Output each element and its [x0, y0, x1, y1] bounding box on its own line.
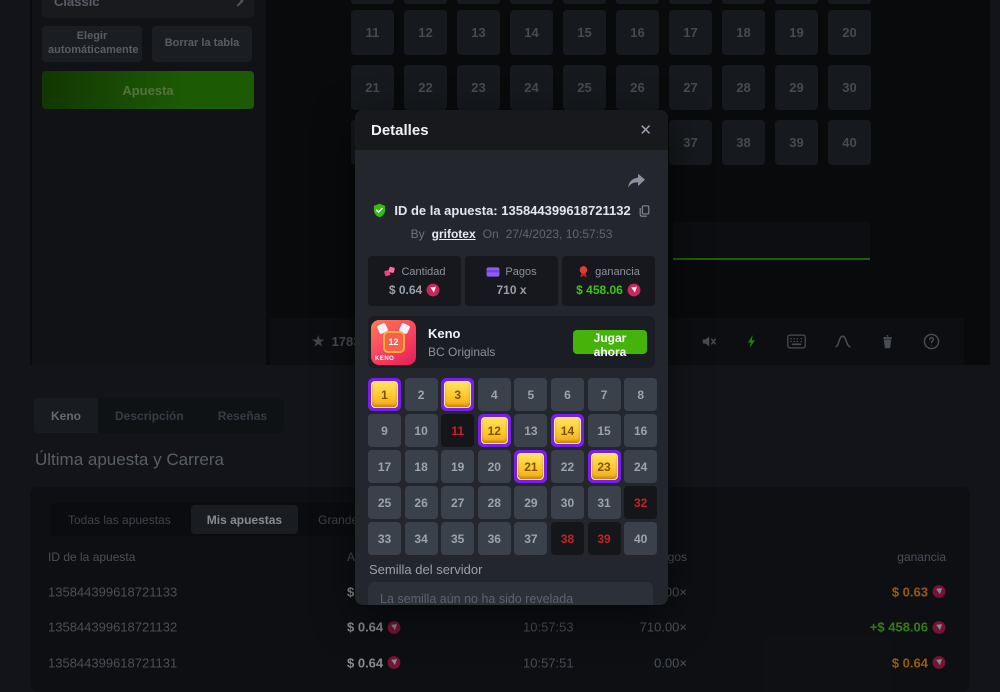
result-cell-34: 34	[405, 522, 438, 555]
play-now-button[interactable]: Jugar ahora	[573, 330, 647, 354]
result-cell-hit-14: 14	[551, 414, 584, 447]
copy-icon[interactable]	[638, 204, 651, 218]
gold-tile: 1	[371, 381, 398, 408]
result-cell-24: 24	[624, 450, 657, 483]
result-cell-9: 9	[368, 414, 401, 447]
result-cell-miss-32: 32	[624, 486, 657, 519]
result-cell-hit-12: 12	[478, 414, 511, 447]
game-provider: BC Originals	[428, 345, 495, 359]
result-cell-36: 36	[478, 522, 511, 555]
username-link[interactable]: grifotex	[432, 227, 476, 241]
keno-game-icon: 12 KENO	[371, 320, 416, 365]
result-cell-19: 19	[441, 450, 474, 483]
gold-tile: 12	[481, 417, 508, 444]
result-cell-4: 4	[478, 378, 511, 411]
result-cell-hit-3: 3	[441, 378, 474, 411]
stat-label: Pagos	[486, 266, 536, 278]
result-cell-18: 18	[405, 450, 438, 483]
result-cell-10: 10	[405, 414, 438, 447]
result-cell-15: 15	[588, 414, 621, 447]
result-cell-20: 20	[478, 450, 511, 483]
wallet-icon	[486, 266, 500, 278]
bet-id-row: ID de la apuesta: 135844399618721132	[355, 203, 668, 218]
stat-value: 710 x	[496, 283, 526, 297]
share-icon[interactable]	[627, 173, 646, 195]
result-cell-miss-38: 38	[551, 522, 584, 555]
coin-icon	[426, 283, 440, 297]
modal-header: Detalles ✕	[355, 110, 668, 150]
stat-ganancia: ganancia $ 458.06	[562, 256, 655, 306]
result-cell-30: 30	[551, 486, 584, 519]
result-board: 1234567891011121314151617181920212223242…	[368, 378, 657, 555]
game-card-meta: Keno BC Originals	[428, 326, 495, 359]
result-cell-hit-21: 21	[514, 450, 547, 483]
result-cell-hit-23: 23	[588, 450, 621, 483]
result-cell-miss-39: 39	[588, 522, 621, 555]
result-cell-35: 35	[441, 522, 474, 555]
result-cell-6: 6	[551, 378, 584, 411]
result-cell-2: 2	[405, 378, 438, 411]
result-cell-37: 37	[514, 522, 547, 555]
bet-datetime: 27/4/2023, 10:57:53	[506, 227, 613, 241]
server-seed-label: Semilla del servidor	[369, 562, 482, 577]
bet-id-text: ID de la apuesta: 135844399618721132	[394, 203, 630, 218]
game-name: Keno	[428, 326, 495, 341]
result-cell-13: 13	[514, 414, 547, 447]
result-cell-40: 40	[624, 522, 657, 555]
result-cell-29: 29	[514, 486, 547, 519]
gold-tile: 23	[591, 453, 618, 480]
result-cell-27: 27	[441, 486, 474, 519]
result-cell-28: 28	[478, 486, 511, 519]
by-label: By	[411, 227, 425, 241]
modal-title: Detalles	[371, 122, 429, 139]
result-cell-hit-1: 1	[368, 378, 401, 411]
medal-icon	[577, 265, 590, 278]
result-cell-16: 16	[624, 414, 657, 447]
gold-tile: 14	[554, 417, 581, 444]
result-cell-7: 7	[588, 378, 621, 411]
result-cell-26: 26	[405, 486, 438, 519]
stat-label: ganancia	[577, 265, 640, 278]
result-cell-33: 33	[368, 522, 401, 555]
stat-label: Cantidad	[383, 265, 445, 278]
gold-tile: 3	[444, 381, 471, 408]
result-cell-17: 17	[368, 450, 401, 483]
bet-stats: Cantidad $ 0.64 Pagos 710 x ganancia $ 458.06	[368, 256, 655, 306]
stat-value: $ 458.06	[576, 283, 641, 297]
result-cell-22: 22	[551, 450, 584, 483]
result-cell-25: 25	[368, 486, 401, 519]
stat-pagos: Pagos 710 x	[465, 256, 558, 306]
game-card: 12 KENO Keno BC Originals Jugar ahora	[368, 316, 655, 368]
close-icon[interactable]: ✕	[639, 121, 652, 139]
bet-details-modal: Detalles ✕ ID de la apuesta: 13584439961…	[355, 110, 668, 605]
page: Classic Elegir automáticamente Borrar la…	[0, 0, 1000, 692]
result-cell-miss-11: 11	[441, 414, 474, 447]
chips-icon	[383, 265, 396, 278]
result-cell-8: 8	[624, 378, 657, 411]
result-cell-31: 31	[588, 486, 621, 519]
on-label: On	[483, 227, 499, 241]
result-cell-5: 5	[514, 378, 547, 411]
verified-shield-icon	[372, 203, 387, 218]
coin-icon	[627, 283, 641, 297]
stat-value: $ 0.64	[389, 283, 440, 297]
gold-tile: 21	[517, 453, 544, 480]
bet-meta-row: By grifotex On 27/4/2023, 10:57:53	[355, 227, 668, 241]
server-seed-input[interactable]	[368, 582, 653, 605]
stat-cantidad: Cantidad $ 0.64	[368, 256, 461, 306]
